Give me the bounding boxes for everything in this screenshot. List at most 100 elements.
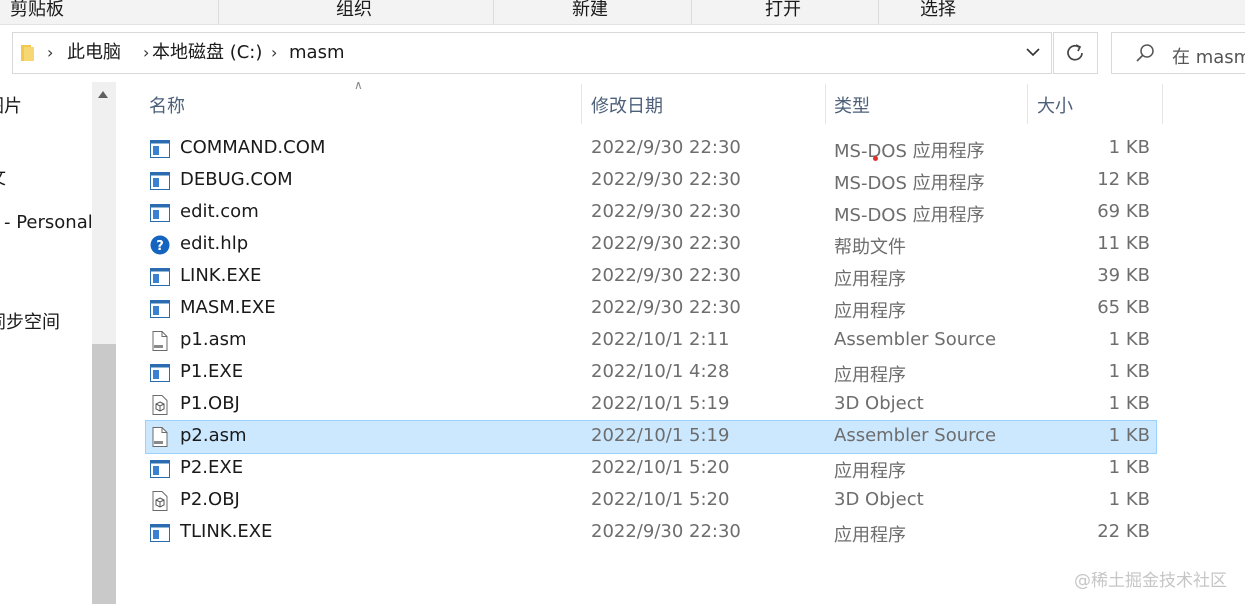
file-name: P1.OBJ — [180, 393, 240, 414]
refresh-button[interactable] — [1053, 32, 1098, 74]
file-type: 应用程序 — [834, 301, 906, 322]
file-row[interactable]: ? edit.hlp 2022/9/30 22:30 帮助文件 11 KB — [146, 229, 1156, 261]
file-row[interactable]: p2.asm 2022/10/1 5:19 Assembler Source 1 KB — [145, 420, 1157, 454]
file-date: 2022/9/30 22:30 — [591, 233, 741, 254]
file-size: 65 KB — [1097, 297, 1150, 318]
breadcrumb-masm[interactable]: masm — [289, 42, 344, 64]
file-row[interactable]: TLINK.EXE 2022/9/30 22:30 应用程序 22 KB — [146, 517, 1156, 549]
file-type: 应用程序 — [834, 365, 906, 386]
file-size: 1 KB — [1108, 393, 1150, 414]
file-name: edit.com — [180, 201, 259, 222]
exe-icon — [150, 459, 170, 479]
file-type: Assembler Source — [834, 425, 997, 446]
file-name: TLINK.EXE — [180, 521, 273, 542]
file-date: 2022/9/30 22:30 — [591, 201, 741, 222]
chevron-right-icon[interactable]: › — [143, 42, 149, 64]
ribbon-group-clipboard[interactable]: 剪贴板 — [10, 0, 64, 24]
exe-icon — [150, 267, 170, 287]
column-header-date[interactable]: 修改日期 — [591, 92, 663, 118]
file-type: 应用程序 — [834, 525, 906, 546]
nav-item-documents[interactable]: 文 — [0, 164, 6, 190]
file-size: 1 KB — [1108, 457, 1150, 478]
column-divider[interactable] — [1162, 84, 1163, 124]
address-bar[interactable]: › 此电脑 › 本地磁盘 (C:) › masm — [12, 32, 1052, 74]
column-divider[interactable] — [825, 84, 826, 124]
file-row[interactable]: MASM.EXE 2022/9/30 22:30 应用程序 65 KB — [146, 293, 1156, 325]
3d-object-icon — [150, 395, 170, 415]
file-size: 69 KB — [1097, 201, 1150, 222]
file-date: 2022/10/1 5:20 — [591, 489, 730, 510]
file-type: 帮助文件 — [834, 237, 906, 258]
column-divider[interactable] — [1027, 84, 1028, 124]
file-date: 2022/10/1 5:19 — [591, 425, 730, 446]
file-row[interactable]: LINK.EXE 2022/9/30 22:30 应用程序 39 KB — [146, 261, 1156, 293]
file-name: MASM.EXE — [180, 297, 276, 318]
file-name: edit.hlp — [180, 233, 249, 254]
ribbon-group-new[interactable]: 新建 — [572, 0, 608, 24]
breadcrumb-this-pc[interactable]: 此电脑 — [67, 42, 121, 64]
file-name: p1.asm — [180, 329, 247, 350]
column-divider[interactable] — [581, 84, 582, 124]
file-row[interactable]: edit.com 2022/9/30 22:30 MS-DOS 应用程序 69 KB — [146, 197, 1156, 229]
ribbon-group-organize[interactable]: 组织 — [336, 0, 372, 24]
file-type: 应用程序 — [834, 269, 906, 290]
file-size: 1 KB — [1108, 361, 1150, 382]
chevron-down-icon[interactable] — [1025, 41, 1041, 63]
file-size: 12 KB — [1097, 169, 1150, 190]
file-name: LINK.EXE — [180, 265, 262, 286]
file-type: MS-DOS 应用程序 — [834, 141, 985, 162]
nav-scrollbar[interactable] — [92, 82, 116, 604]
file-row[interactable]: P1.EXE 2022/10/1 4:28 应用程序 1 KB — [146, 357, 1156, 389]
file-row[interactable]: P2.EXE 2022/10/1 5:20 应用程序 1 KB — [146, 453, 1156, 485]
file-type: 3D Object — [834, 393, 924, 414]
exe-icon — [150, 363, 170, 383]
chevron-right-icon[interactable]: › — [271, 42, 277, 64]
file-type: MS-DOS 应用程序 — [834, 173, 985, 194]
ribbon: 剪贴板 组织 新建 打开 选择 — [0, 0, 1245, 25]
file-name: P1.EXE — [180, 361, 244, 382]
scrollbar-thumb[interactable] — [92, 344, 116, 604]
nav-item-sync-space[interactable]: 同步空间 — [0, 308, 60, 334]
folder-icon — [21, 45, 34, 61]
column-header-name[interactable]: 名称 — [149, 92, 185, 118]
file-name: p2.asm — [180, 425, 247, 446]
sort-ascending-icon: ∧ — [354, 78, 363, 92]
nav-item-onedrive-personal[interactable]: - Personal — [4, 212, 93, 233]
file-date: 2022/9/30 22:30 — [591, 521, 741, 542]
file-type: Assembler Source — [834, 329, 997, 350]
file-row[interactable]: COMMAND.COM 2022/9/30 22:30 MS-DOS 应用程序 1 K… — [146, 133, 1156, 165]
file-size: 1 KB — [1108, 329, 1150, 350]
chevron-right-icon[interactable]: › — [47, 42, 53, 64]
file-date: 2022/10/1 4:28 — [591, 361, 730, 382]
file-date: 2022/9/30 22:30 — [591, 297, 741, 318]
file-row[interactable]: P1.OBJ 2022/10/1 5:19 3D Object 1 KB — [146, 389, 1156, 421]
help-icon: ? — [150, 235, 170, 255]
nav-item-pictures[interactable]: 图片 — [0, 92, 22, 118]
column-header-size[interactable]: 大小 — [1037, 92, 1073, 118]
file-date: 2022/9/30 22:30 — [591, 265, 741, 286]
breadcrumb-local-disk[interactable]: 本地磁盘 (C:) — [152, 42, 262, 64]
file-name: DEBUG.COM — [180, 169, 293, 190]
file-size: 1 KB — [1108, 137, 1150, 158]
file-size: 1 KB — [1108, 489, 1150, 510]
exe-icon — [150, 171, 170, 191]
ribbon-divider — [691, 0, 692, 24]
asm-file-icon — [150, 331, 170, 351]
scroll-up-icon[interactable] — [96, 88, 110, 100]
watermark: @稀土掘金技术社区 — [1074, 571, 1227, 591]
file-date: 2022/10/1 5:19 — [591, 393, 730, 414]
file-name: COMMAND.COM — [180, 137, 326, 158]
file-row[interactable]: p1.asm 2022/10/1 2:11 Assembler Source 1 KB — [146, 325, 1156, 357]
ribbon-group-select[interactable]: 选择 — [920, 0, 956, 24]
search-box[interactable]: 在 masm — [1111, 32, 1245, 74]
ribbon-group-open[interactable]: 打开 — [765, 0, 801, 24]
file-row[interactable]: P2.OBJ 2022/10/1 5:20 3D Object 1 KB — [146, 485, 1156, 517]
column-header-type[interactable]: 类型 — [834, 92, 870, 118]
ribbon-divider — [218, 0, 219, 24]
asm-file-icon — [150, 427, 170, 447]
exe-icon — [150, 139, 170, 159]
search-placeholder: 在 masm — [1172, 47, 1245, 68]
file-date: 2022/10/1 5:20 — [591, 457, 730, 478]
file-row[interactable]: DEBUG.COM 2022/9/30 22:30 MS-DOS 应用程序 12 KB — [146, 165, 1156, 197]
exe-icon — [150, 523, 170, 543]
